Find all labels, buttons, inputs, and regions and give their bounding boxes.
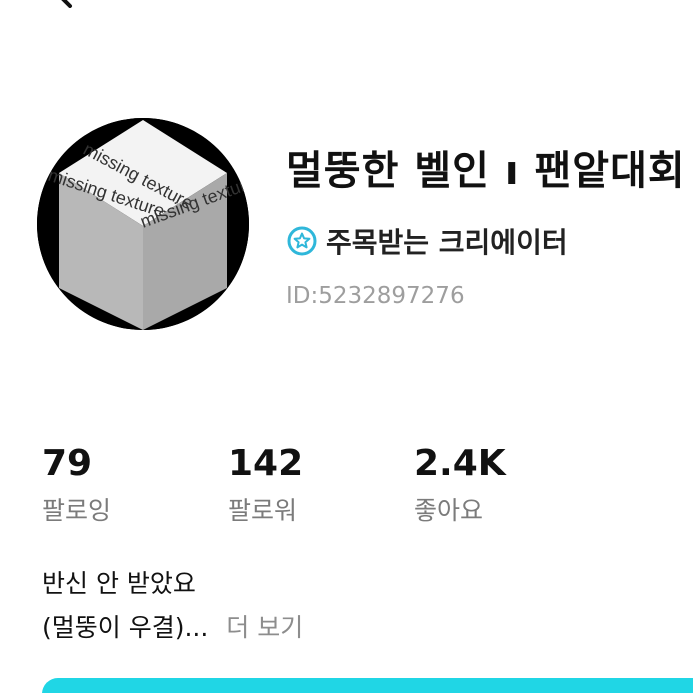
missing-texture-avatar-image: missing texture missing texture missing … (37, 118, 249, 330)
stat-value: 79 (42, 443, 93, 484)
badge-label: 주목받는 크리에이터 (326, 226, 568, 259)
profile-name: 멀뚱한 벨인 ı 팬앝대회 (286, 148, 686, 194)
user-id: ID:5232897276 (286, 283, 465, 309)
primary-action-button[interactable] (42, 678, 693, 693)
bio-line-1: 반신 안 받았요 (42, 569, 196, 598)
bio-line-2: (멀뚱이 우결)... 더 보기 (42, 606, 303, 650)
stat-label: 팔로워 (228, 496, 298, 525)
stat-label: 팔로잉 (42, 496, 112, 525)
profile-page: missing texture missing texture missing … (0, 0, 693, 693)
stat-value: 2.4K (414, 443, 506, 484)
back-chevron-icon[interactable] (56, 0, 84, 8)
stat-likes[interactable]: 2.4K 좋아요 (414, 444, 506, 526)
bio-line-2-text: (멀뚱이 우결)... (42, 613, 209, 642)
stat-followers[interactable]: 142 팔로워 (228, 444, 303, 526)
avatar[interactable]: missing texture missing texture missing … (37, 118, 249, 330)
stat-label: 좋아요 (414, 496, 484, 525)
bio: 반신 안 받았요 (멀뚱이 우결)... 더 보기 (42, 562, 303, 650)
stat-following[interactable]: 79 팔로잉 (42, 444, 111, 526)
stat-value: 142 (228, 443, 304, 484)
creator-badge[interactable]: 주목받는 크리에이터 (286, 221, 568, 261)
see-more-link[interactable]: 더 보기 (226, 613, 303, 642)
star-badge-icon (287, 226, 317, 256)
